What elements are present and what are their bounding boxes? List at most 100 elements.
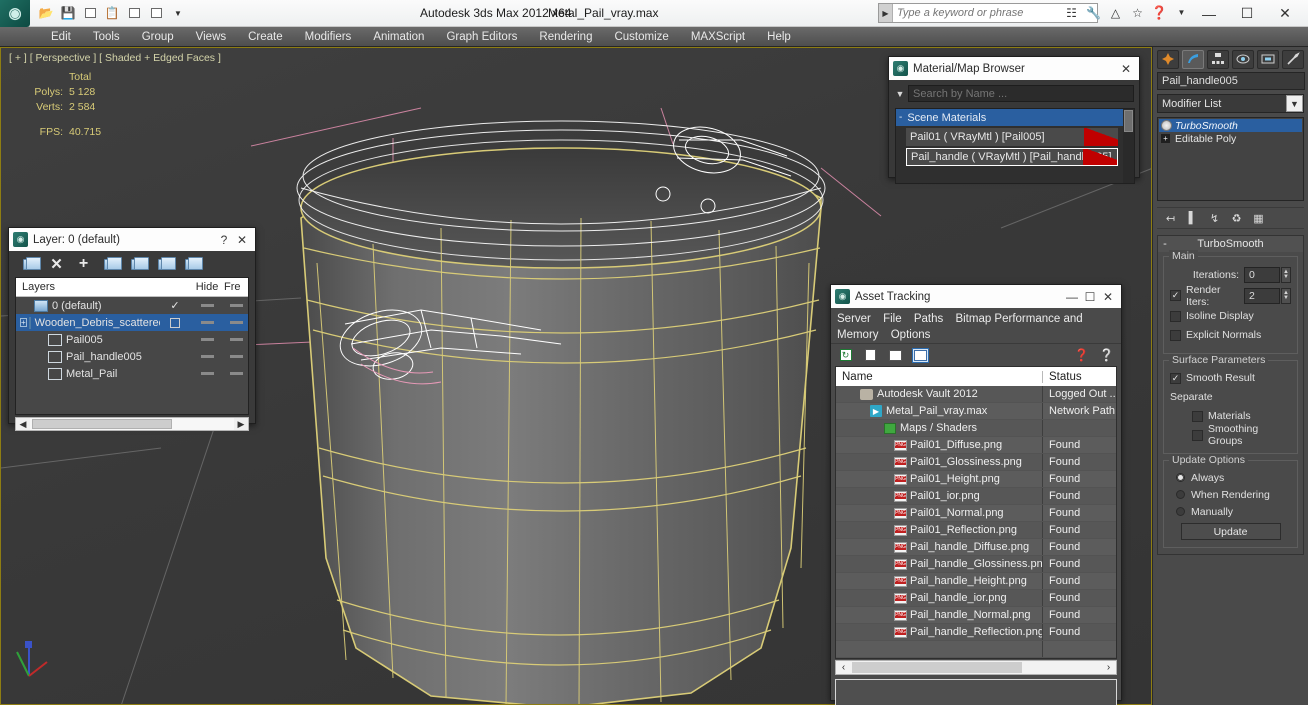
help-dropdown-icon[interactable]: ▼ xyxy=(1173,4,1190,21)
details-view-icon[interactable] xyxy=(887,348,904,363)
app-logo-icon[interactable]: ◉ xyxy=(0,0,30,27)
layer-horizontal-scrollbar[interactable]: ◀ ▶ xyxy=(15,417,249,431)
menu-item-help[interactable]: Help xyxy=(756,27,802,47)
table-row[interactable]: Maps / Shaders xyxy=(836,420,1116,437)
layer-row[interactable]: Metal_Pail xyxy=(16,365,248,382)
menu-item-animation[interactable]: Animation xyxy=(362,27,435,47)
manually-radio[interactable] xyxy=(1176,507,1185,516)
menu-item-group[interactable]: Group xyxy=(131,27,185,47)
smooth-result-checkbox[interactable]: ✓ xyxy=(1170,372,1181,384)
set-layer-icon[interactable] xyxy=(183,256,203,273)
maximize-button[interactable]: ☐ xyxy=(1081,287,1099,307)
open-icon[interactable]: 📂 xyxy=(36,4,56,23)
table-row[interactable]: Pail_handle_Normal.png Found xyxy=(836,607,1116,624)
smooth-result-row[interactable]: ✓ Smooth Result xyxy=(1170,370,1291,386)
explicit-normals-row[interactable]: Explicit Normals xyxy=(1170,327,1291,343)
materials-row[interactable]: Materials xyxy=(1170,408,1291,424)
modifier-stack-item[interactable]: + Editable Poly xyxy=(1159,132,1302,145)
redo-icon[interactable] xyxy=(124,4,144,23)
iterations-value[interactable]: 0 xyxy=(1244,266,1280,283)
hierarchy-tab[interactable] xyxy=(1207,49,1229,69)
table-row[interactable]: Pail_handle_Height.png Found xyxy=(836,573,1116,590)
layer-hide-toggle[interactable] xyxy=(190,304,224,307)
layer-freeze-toggle[interactable] xyxy=(224,355,248,358)
select-layer-icon[interactable] xyxy=(102,256,122,273)
star-icon[interactable]: ☆ xyxy=(1129,4,1146,21)
asset-menu-file[interactable]: File xyxy=(883,313,902,325)
menu-item-create[interactable]: Create xyxy=(237,27,294,47)
close-icon[interactable]: ✕ xyxy=(1099,287,1117,307)
layer-active-check[interactable] xyxy=(160,317,190,328)
light-bulb-icon[interactable] xyxy=(1161,120,1172,131)
help-icon[interactable]: ❓ xyxy=(1151,4,1168,21)
explicit-normals-checkbox[interactable] xyxy=(1170,329,1181,341)
menu-item-modifiers[interactable]: Modifiers xyxy=(294,27,363,47)
smoothing-groups-row[interactable]: Smoothing Groups xyxy=(1170,423,1291,447)
layer-freeze-toggle[interactable] xyxy=(224,321,248,324)
close-icon[interactable]: ✕ xyxy=(1117,59,1135,79)
layer-freeze-toggle[interactable] xyxy=(224,372,248,375)
chevron-down-icon[interactable]: ▼ xyxy=(1286,95,1303,112)
layer-row[interactable]: Pail_handle005 xyxy=(16,348,248,365)
menu-item-graph-editors[interactable]: Graph Editors xyxy=(435,27,528,47)
layer-dialog[interactable]: ◉ Layer: 0 (default) ? ✕ ✕ + Layers Hide… xyxy=(8,227,256,431)
maximize-button[interactable]: ☐ xyxy=(1228,0,1266,27)
table-row[interactable]: Pail_handle_Reflection.png Found xyxy=(836,624,1116,641)
layer-freeze-toggle[interactable] xyxy=(224,304,248,307)
layer-hide-toggle[interactable] xyxy=(190,338,224,341)
material-list[interactable]: - Scene Materials Pail01 ( VRayMtl ) [Pa… xyxy=(895,108,1135,184)
dropdown-icon[interactable]: ▼ xyxy=(168,4,188,23)
layer-row[interactable]: + Wooden_Debris_scattered xyxy=(16,314,248,331)
menu-item-customize[interactable]: Customize xyxy=(603,27,679,47)
material-list-scrollbar[interactable] xyxy=(1123,109,1134,183)
table-row[interactable]: Pail01_Glossiness.png Found xyxy=(836,454,1116,471)
set-icon[interactable]: 📋 xyxy=(102,4,122,23)
utilities-tab[interactable] xyxy=(1282,49,1304,69)
material-item[interactable]: Pail01 ( VRayMtl ) [Pail005] xyxy=(906,128,1118,146)
binoculars-icon[interactable]: ☷ xyxy=(1063,4,1080,21)
help-new-icon[interactable]: ❓ xyxy=(1073,348,1090,363)
modify-tab[interactable] xyxy=(1182,49,1204,69)
show-end-result-icon[interactable]: ▌ xyxy=(1185,211,1200,226)
scroll-right-arrow-icon[interactable]: ▶ xyxy=(234,419,248,430)
layer-row[interactable]: Pail005 xyxy=(16,331,248,348)
help-icon[interactable]: ? xyxy=(215,230,233,250)
new-layer-icon[interactable] xyxy=(21,256,41,273)
refresh-icon[interactable]: ↻ xyxy=(837,348,854,363)
table-row[interactable]: Pail01_Height.png Found xyxy=(836,471,1116,488)
menu-item-views[interactable]: Views xyxy=(185,27,237,47)
make-unique-icon[interactable]: ↯ xyxy=(1207,211,1222,226)
radio-when-rendering[interactable]: When Rendering xyxy=(1170,487,1291,502)
table-row[interactable]: Pail01_Diffuse.png Found xyxy=(836,437,1116,454)
table-row[interactable]: Pail_handle_Diffuse.png Found xyxy=(836,539,1116,556)
modifier-stack[interactable]: TurboSmooth + Editable Poly xyxy=(1157,117,1304,201)
always-radio[interactable] xyxy=(1176,473,1185,482)
table-row[interactable]: Pail01_ior.png Found xyxy=(836,488,1116,505)
render-iters-value[interactable]: 2 xyxy=(1244,287,1280,304)
table-row[interactable] xyxy=(836,641,1116,658)
scrollbar-thumb[interactable] xyxy=(1124,110,1133,132)
asset-horizontal-scrollbar[interactable]: ‹ › xyxy=(835,660,1117,675)
menu-item-maxscript[interactable]: MAXScript xyxy=(680,27,756,47)
create-tab[interactable] xyxy=(1157,49,1179,69)
delete-layer-icon[interactable]: ✕ xyxy=(48,256,65,273)
collapse-icon[interactable]: - xyxy=(1158,238,1172,250)
scene-materials-group[interactable]: - Scene Materials xyxy=(896,109,1134,126)
redo2-icon[interactable] xyxy=(146,4,166,23)
radio-manually[interactable]: Manually xyxy=(1170,504,1291,519)
radio-always[interactable]: Always xyxy=(1170,470,1291,485)
configure-sets-icon[interactable]: ▦ xyxy=(1251,211,1266,226)
scroll-right-arrow-icon[interactable]: › xyxy=(1101,662,1116,673)
modifier-list-dropdown[interactable]: Modifier List ▼ xyxy=(1157,94,1304,113)
close-icon[interactable]: ✕ xyxy=(233,230,251,250)
layer-hide-toggle[interactable] xyxy=(190,321,224,324)
material-item[interactable]: Pail_handle ( VRayMtl ) [Pail_handle005] xyxy=(906,148,1118,166)
render-iters-spinner[interactable]: ▲ ▼ xyxy=(1281,287,1291,304)
undo-icon[interactable] xyxy=(80,4,100,23)
asset-table[interactable]: Name Status Autodesk Vault 2012 Logged O… xyxy=(835,366,1117,659)
asset-menu-bitmap[interactable]: Bitmap Performance and Memory xyxy=(837,313,1083,341)
material-map-browser-dialog[interactable]: ◉ Material/Map Browser ✕ ▼ - Scene Mater… xyxy=(888,56,1140,184)
minimize-button[interactable]: — xyxy=(1063,287,1081,307)
object-name-input[interactable] xyxy=(1157,72,1305,90)
remove-modifier-icon[interactable]: ♻ xyxy=(1229,211,1244,226)
